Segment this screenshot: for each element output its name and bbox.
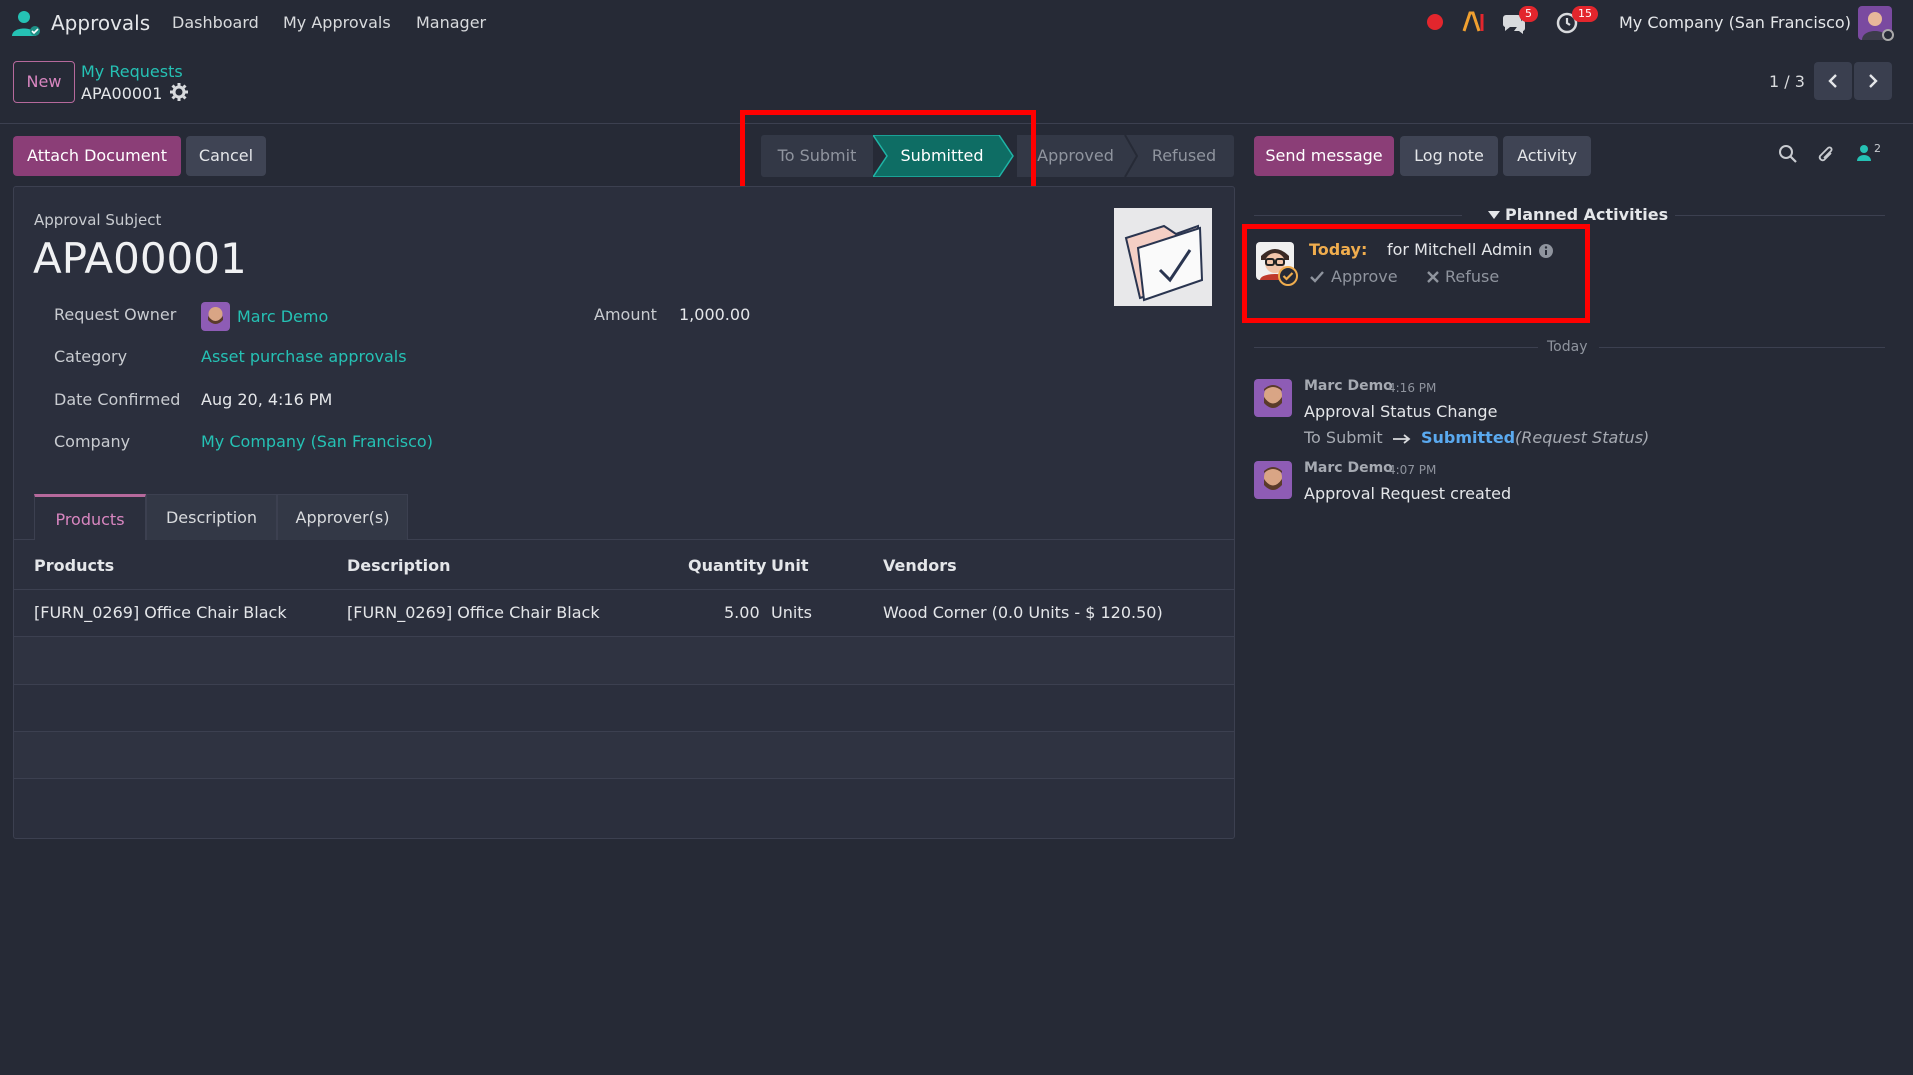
message-author[interactable]: Marc Demo bbox=[1304, 378, 1393, 394]
col-description[interactable]: Description bbox=[347, 556, 450, 575]
menu-my-approvals[interactable]: My Approvals bbox=[283, 13, 391, 32]
tab-approvers[interactable]: Approver(s) bbox=[277, 494, 408, 540]
arrow-right-icon bbox=[1393, 434, 1411, 444]
header-divider bbox=[14, 589, 1234, 590]
divider-line bbox=[1254, 215, 1462, 216]
message-author[interactable]: Marc Demo bbox=[1304, 460, 1393, 476]
date-separator: Today bbox=[1547, 339, 1588, 355]
attach-document-button[interactable]: Attach Document bbox=[13, 136, 181, 176]
company-label: Company bbox=[54, 432, 131, 451]
recording-dot-icon[interactable] bbox=[1426, 13, 1444, 31]
col-unit[interactable]: Unit bbox=[771, 556, 809, 575]
owner-avatar bbox=[201, 302, 230, 331]
empty-row bbox=[14, 637, 1234, 684]
tab-description[interactable]: Description bbox=[146, 494, 277, 540]
tab-products[interactable]: Products bbox=[34, 494, 146, 540]
divider-line bbox=[1675, 215, 1885, 216]
pager-next-button[interactable] bbox=[1854, 62, 1892, 100]
tracking-new-value: Submitted bbox=[1421, 428, 1516, 447]
empty-row bbox=[14, 685, 1234, 732]
folder-check-icon bbox=[1124, 224, 1204, 302]
send-message-button[interactable]: Send message bbox=[1254, 136, 1394, 176]
message-author-avatar[interactable] bbox=[1254, 461, 1292, 499]
followers-icon[interactable] bbox=[1856, 144, 1872, 162]
cancel-button[interactable]: Cancel bbox=[186, 136, 266, 176]
search-icon[interactable] bbox=[1778, 144, 1798, 164]
pager-value[interactable]: 1 / 3 bbox=[1769, 72, 1805, 91]
status-separator-icon bbox=[1124, 135, 1139, 177]
ai-icon[interactable] bbox=[1462, 11, 1486, 33]
category-image bbox=[1114, 208, 1212, 306]
status-refused[interactable]: Refused bbox=[1134, 135, 1234, 177]
activity-button[interactable]: Activity bbox=[1503, 136, 1591, 176]
log-note-button[interactable]: Log note bbox=[1400, 136, 1498, 176]
message-author-avatar[interactable] bbox=[1254, 379, 1292, 417]
messages-badge: 5 bbox=[1519, 6, 1538, 22]
category-label: Category bbox=[54, 347, 128, 366]
highlight-activity-box bbox=[1242, 224, 1590, 323]
divider-line bbox=[1599, 347, 1885, 348]
pager-previous-button[interactable] bbox=[1814, 62, 1852, 100]
approvals-app-icon[interactable] bbox=[10, 10, 42, 38]
app-name[interactable]: Approvals bbox=[51, 11, 150, 35]
breadcrumb-parent[interactable]: My Requests bbox=[81, 62, 183, 81]
company-switcher[interactable]: My Company (San Francisco) bbox=[1619, 13, 1851, 32]
cell-description[interactable]: [FURN_0269] Office Chair Black bbox=[347, 603, 600, 622]
cell-product[interactable]: [FURN_0269] Office Chair Black bbox=[34, 603, 287, 622]
menu-manager[interactable]: Manager bbox=[416, 13, 486, 32]
menu-dashboard[interactable]: Dashboard bbox=[172, 13, 259, 32]
chevron-right-icon bbox=[1869, 74, 1878, 88]
message-time: 4:07 PM bbox=[1388, 463, 1437, 477]
subject-title[interactable]: APA00001 bbox=[33, 234, 247, 283]
gear-icon[interactable] bbox=[170, 83, 188, 101]
paperclip-icon[interactable] bbox=[1816, 144, 1836, 166]
cell-unit[interactable]: Units bbox=[771, 603, 812, 622]
col-vendors[interactable]: Vendors bbox=[883, 556, 957, 575]
subject-label: Approval Subject bbox=[34, 211, 162, 229]
col-products[interactable]: Products bbox=[34, 556, 114, 575]
divider-line bbox=[1254, 347, 1538, 348]
caret-down-icon[interactable] bbox=[1488, 210, 1500, 220]
activities-badge: 15 bbox=[1572, 6, 1598, 22]
message-body: Approval Request created bbox=[1304, 484, 1512, 503]
user-status-icon bbox=[1882, 29, 1894, 41]
breadcrumb-current: APA00001 bbox=[81, 84, 163, 103]
owner-label: Request Owner bbox=[54, 305, 177, 324]
owner-link[interactable]: Marc Demo bbox=[237, 307, 328, 326]
tracking-old-value: To Submit bbox=[1304, 428, 1383, 447]
amount-label: Amount bbox=[594, 305, 657, 324]
date-confirmed-label: Date Confirmed bbox=[54, 390, 181, 409]
cell-quantity[interactable]: 5.00 bbox=[724, 603, 760, 622]
col-quantity[interactable]: Quantity bbox=[688, 556, 766, 575]
new-button[interactable]: New bbox=[13, 61, 75, 103]
message-body: Approval Status Change bbox=[1304, 402, 1498, 421]
empty-row bbox=[14, 732, 1234, 779]
top-navbar: Approvals Dashboard My Approvals Manager… bbox=[0, 0, 1913, 46]
category-link[interactable]: Asset purchase approvals bbox=[201, 347, 407, 366]
planned-activities-title[interactable]: Planned Activities bbox=[1505, 205, 1668, 224]
tracking-field-name: (Request Status) bbox=[1515, 428, 1650, 447]
amount-value[interactable]: 1,000.00 bbox=[679, 305, 750, 324]
chevron-left-icon bbox=[1828, 74, 1837, 88]
followers-count: 2 bbox=[1874, 142, 1881, 155]
date-confirmed-value: Aug 20, 4:16 PM bbox=[201, 390, 333, 409]
row-divider bbox=[14, 778, 1234, 779]
company-link[interactable]: My Company (San Francisco) bbox=[201, 432, 433, 451]
cell-vendors[interactable]: Wood Corner (0.0 Units - $ 120.50) bbox=[883, 603, 1163, 622]
message-time: 4:16 PM bbox=[1388, 381, 1437, 395]
